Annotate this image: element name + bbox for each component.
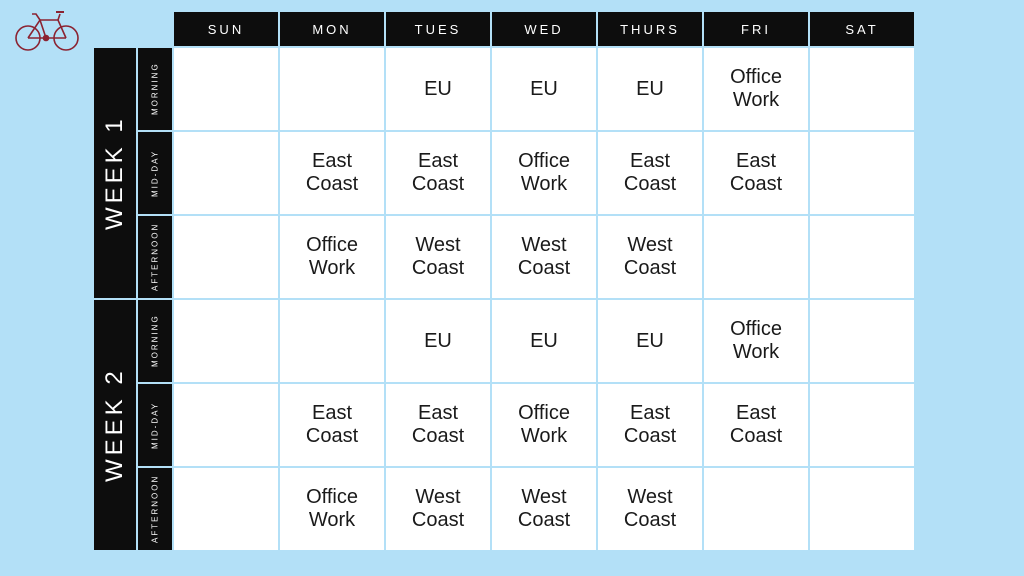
schedule-cell: West Coast — [492, 468, 596, 550]
schedule-cell: EU — [386, 48, 490, 130]
schedule-cell: EU — [598, 48, 702, 130]
day-header-fri: FRI — [704, 12, 808, 46]
schedule-cell — [174, 468, 278, 550]
schedule-cell — [280, 48, 384, 130]
day-header-sat: SAT — [810, 12, 914, 46]
time-midday-w2: MID-DAY — [138, 384, 172, 466]
schedule-cell: East Coast — [386, 384, 490, 466]
schedule-cell: Office Work — [280, 216, 384, 298]
schedule-cell: East Coast — [704, 384, 808, 466]
bicycle-icon — [12, 8, 84, 57]
day-header-sun: SUN — [174, 12, 278, 46]
schedule-cell — [810, 48, 914, 130]
schedule-cell: Office Work — [280, 468, 384, 550]
corner-spacer — [94, 12, 172, 46]
schedule-cell: West Coast — [386, 468, 490, 550]
day-header-wed: WED — [492, 12, 596, 46]
schedule-cell: EU — [598, 300, 702, 382]
day-header-thurs: THURS — [598, 12, 702, 46]
schedule-cell — [174, 48, 278, 130]
day-header-mon: MON — [280, 12, 384, 46]
time-morning-w2: MORNING — [138, 300, 172, 382]
schedule-cell: Office Work — [492, 384, 596, 466]
schedule-cell — [810, 384, 914, 466]
schedule-cell: East Coast — [280, 384, 384, 466]
schedule-cell — [174, 132, 278, 214]
schedule-cell — [174, 384, 278, 466]
time-afternoon-w2: AFTERNOON — [138, 468, 172, 550]
schedule-cell: East Coast — [386, 132, 490, 214]
time-afternoon-w1: AFTERNOON — [138, 216, 172, 298]
schedule-cell — [810, 300, 914, 382]
schedule-cell: West Coast — [386, 216, 490, 298]
schedule-cell: East Coast — [598, 132, 702, 214]
week-2-label: WEEK 2 — [94, 300, 136, 550]
schedule-cell — [810, 132, 914, 214]
time-midday-w1: MID-DAY — [138, 132, 172, 214]
schedule-cell: EU — [492, 300, 596, 382]
schedule-cell: West Coast — [598, 216, 702, 298]
schedule-cell — [810, 216, 914, 298]
schedule-cell — [704, 468, 808, 550]
time-morning-w1: MORNING — [138, 48, 172, 130]
schedule-cell — [174, 300, 278, 382]
schedule-cell: East Coast — [280, 132, 384, 214]
schedule-cell: Office Work — [704, 300, 808, 382]
schedule-cell: West Coast — [598, 468, 702, 550]
schedule-grid: SUN MON TUES WED THURS FRI SAT WEEK 1 MO… — [94, 12, 914, 550]
schedule-cell: East Coast — [704, 132, 808, 214]
schedule-cell — [704, 216, 808, 298]
schedule-cell: EU — [386, 300, 490, 382]
schedule-cell: Office Work — [492, 132, 596, 214]
schedule-cell — [174, 216, 278, 298]
schedule-cell — [810, 468, 914, 550]
day-header-tues: TUES — [386, 12, 490, 46]
week-1-label: WEEK 1 — [94, 48, 136, 298]
schedule-cell: West Coast — [492, 216, 596, 298]
schedule-cell: Office Work — [704, 48, 808, 130]
schedule-cell: EU — [492, 48, 596, 130]
schedule-cell — [280, 300, 384, 382]
schedule-cell: East Coast — [598, 384, 702, 466]
